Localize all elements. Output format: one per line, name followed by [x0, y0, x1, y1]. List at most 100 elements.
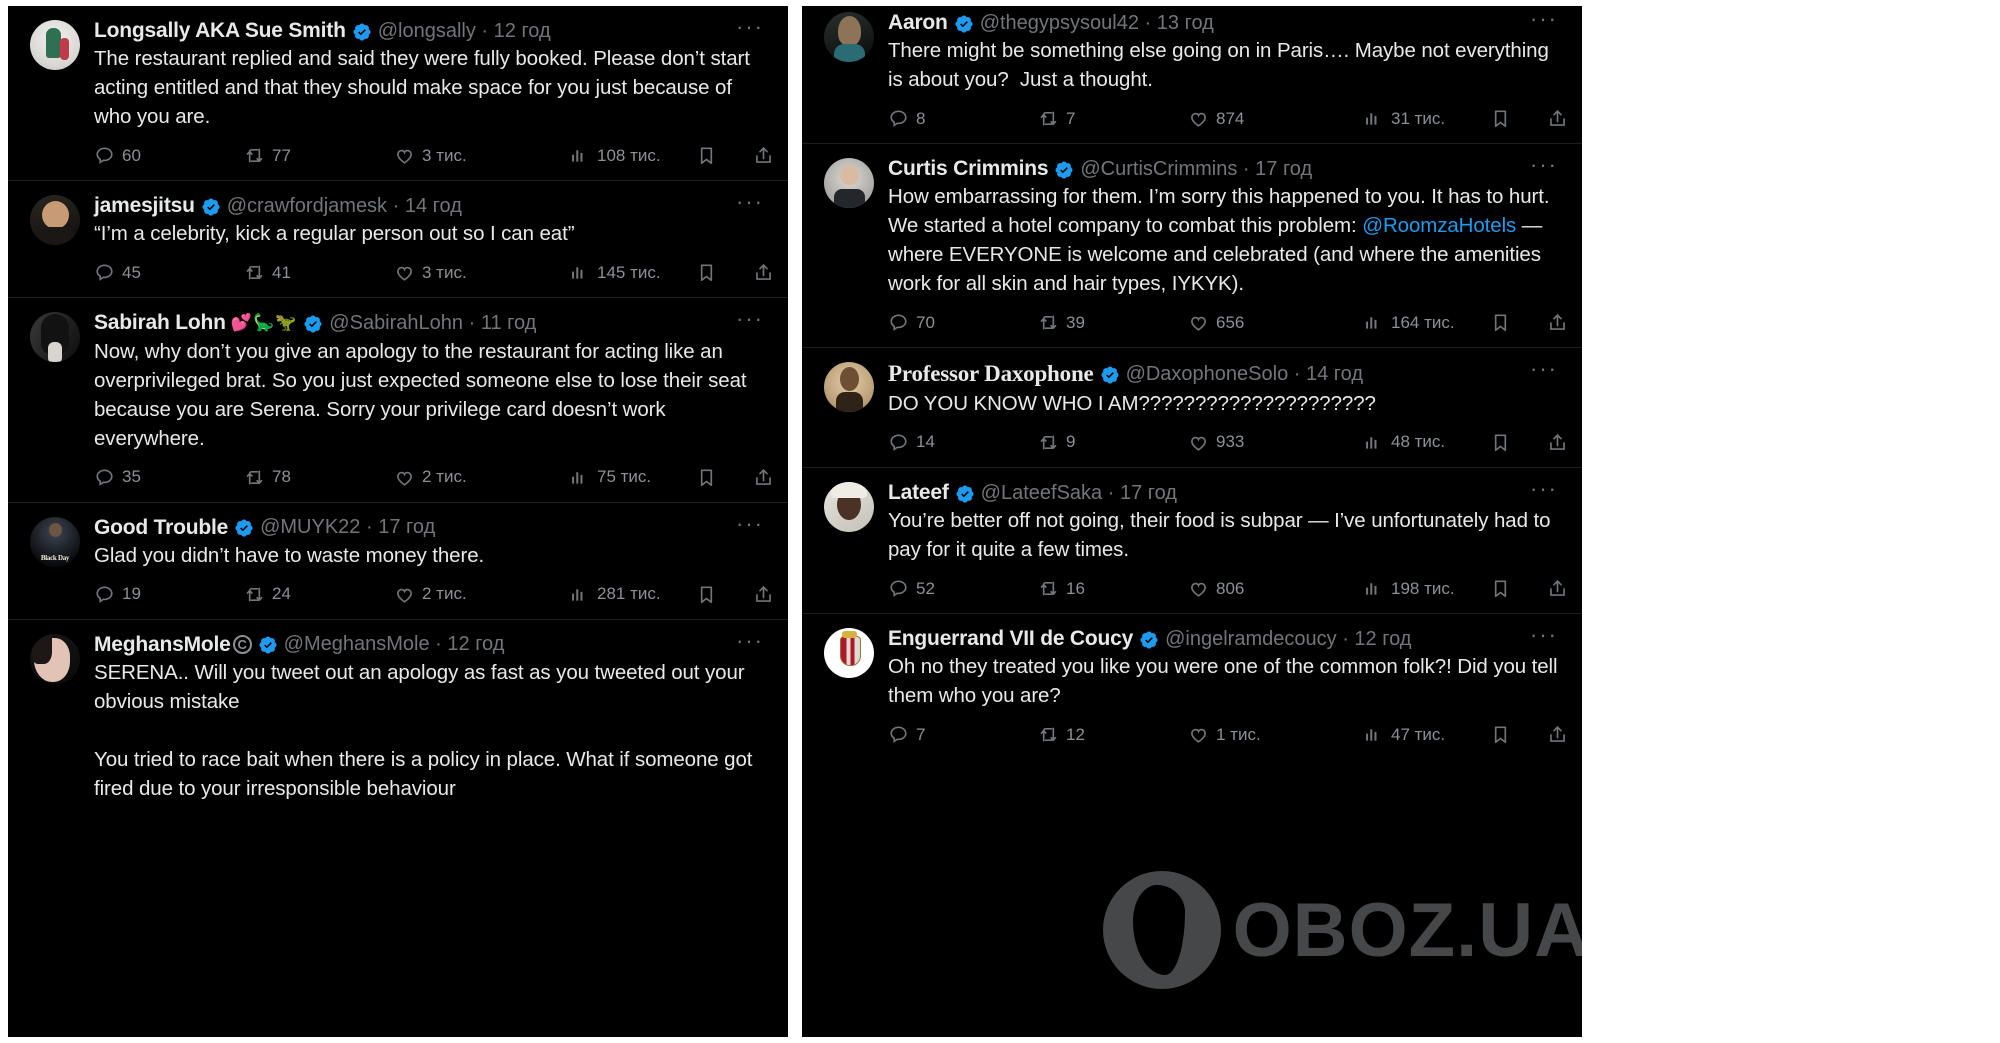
share-button[interactable] — [753, 145, 774, 166]
handle-and-time[interactable]: @DaxophoneSolo · 14 год — [1126, 362, 1363, 386]
share-button[interactable] — [753, 584, 774, 605]
bookmark-button[interactable] — [696, 262, 717, 283]
avatar[interactable] — [30, 516, 80, 567]
display-name[interactable]: Sabirah Lohn — [94, 310, 226, 335]
like-button[interactable]: 1 тис. — [1188, 724, 1363, 745]
reply-button[interactable]: 52 — [888, 578, 1038, 599]
handle-and-time[interactable]: @thegypsysoul42 · 13 год — [980, 11, 1214, 35]
bookmark-button[interactable] — [696, 584, 717, 605]
handle-and-time[interactable]: @CurtisCrimmins · 17 год — [1080, 157, 1312, 181]
retweet-button[interactable]: 12 — [1038, 724, 1188, 745]
display-name[interactable]: MeghansMole — [94, 632, 231, 657]
bookmark-button[interactable] — [1490, 578, 1511, 599]
display-name[interactable]: Lateef — [888, 480, 949, 505]
display-name[interactable]: jamesjitsu — [94, 193, 195, 218]
handle-and-time[interactable]: @longsally · 12 год — [378, 19, 551, 43]
tweet-item[interactable]: ··· Longsally AKA Sue Smith @longsally ·… — [8, 6, 788, 182]
more-options-icon[interactable]: ··· — [1530, 358, 1558, 380]
retweet-button[interactable]: 9 — [1038, 432, 1188, 453]
tweet-item[interactable]: ··· Good Trouble @MUYK22 · 17 год Glad y… — [8, 502, 788, 620]
bookmark-button[interactable] — [1490, 108, 1511, 129]
bookmark-button[interactable] — [1490, 432, 1511, 453]
mention-link[interactable]: @RoomzaHotels — [1362, 214, 1516, 237]
more-options-icon[interactable]: ··· — [1530, 477, 1558, 499]
tweet-item[interactable]: ··· Enguerrand VII de Coucy @ingelramdec… — [802, 614, 1582, 760]
display-name[interactable]: Longsally AKA Sue Smith — [94, 18, 346, 43]
handle-and-time[interactable]: @crawfordjamesk · 14 год — [227, 194, 462, 218]
retweet-button[interactable]: 78 — [244, 467, 394, 488]
tweet-item[interactable]: ··· Lateef @LateefSaka · 17 год You’re b… — [802, 467, 1582, 615]
views-button[interactable]: 47 тис. — [1363, 724, 1490, 745]
like-button[interactable]: 3 тис. — [394, 145, 569, 166]
retweet-button[interactable]: 16 — [1038, 578, 1188, 599]
more-options-icon[interactable]: ··· — [736, 629, 764, 651]
retweet-button[interactable]: 77 — [244, 145, 394, 166]
share-button[interactable] — [753, 262, 774, 283]
reply-button[interactable]: 45 — [94, 262, 244, 283]
handle-and-time[interactable]: @MeghansMole · 12 год — [284, 632, 505, 656]
like-button[interactable]: 656 — [1188, 312, 1363, 333]
like-button[interactable]: 874 — [1188, 108, 1363, 129]
retweet-button[interactable]: 24 — [244, 584, 394, 605]
reply-button[interactable]: 19 — [94, 584, 244, 605]
like-button[interactable]: 2 тис. — [394, 467, 569, 488]
like-button[interactable]: 933 — [1188, 432, 1363, 453]
share-button[interactable] — [1547, 724, 1568, 745]
avatar[interactable] — [30, 195, 80, 246]
bookmark-button[interactable] — [1490, 312, 1511, 333]
handle-and-time[interactable]: @MUYK22 · 17 год — [260, 515, 435, 539]
handle-and-time[interactable]: @ingelramdecoucy · 12 год — [1165, 627, 1411, 651]
share-button[interactable] — [1547, 108, 1568, 129]
share-button[interactable] — [1547, 578, 1568, 599]
views-button[interactable]: 31 тис. — [1363, 108, 1490, 129]
retweet-button[interactable]: 41 — [244, 262, 394, 283]
share-button[interactable] — [753, 467, 774, 488]
bookmark-button[interactable] — [696, 145, 717, 166]
handle-and-time[interactable]: @LateefSaka · 17 год — [981, 481, 1177, 505]
handle-and-time[interactable]: @SabirahLohn · 11 год — [329, 311, 536, 335]
views-button[interactable]: 198 тис. — [1363, 578, 1490, 599]
reply-button[interactable]: 70 — [888, 312, 1038, 333]
more-options-icon[interactable]: ··· — [1530, 624, 1558, 646]
avatar[interactable] — [824, 12, 874, 62]
tweet-item[interactable]: ··· Sabirah Lohn 💕🦕🦖 @SabirahLohn · 11 г… — [8, 298, 788, 503]
display-name[interactable]: Curtis Crimmins — [888, 156, 1049, 181]
more-options-icon[interactable]: ··· — [736, 308, 764, 330]
views-button[interactable]: 48 тис. — [1363, 432, 1490, 453]
avatar[interactable] — [30, 20, 80, 70]
tweet-item[interactable]: ··· MeghansMole C @MeghansMole · 12 год … — [8, 619, 788, 807]
views-button[interactable]: 164 тис. — [1363, 312, 1490, 333]
reply-button[interactable]: 14 — [888, 432, 1038, 453]
bookmark-button[interactable] — [1490, 724, 1511, 745]
views-button[interactable]: 281 тис. — [569, 584, 696, 605]
display-name[interactable]: Enguerrand VII de Coucy — [888, 626, 1133, 651]
bookmark-button[interactable] — [696, 467, 717, 488]
avatar[interactable] — [30, 633, 80, 684]
reply-button[interactable]: 60 — [94, 145, 244, 166]
like-button[interactable]: 3 тис. — [394, 262, 569, 283]
reply-button[interactable]: 35 — [94, 467, 244, 488]
reply-button[interactable]: 7 — [888, 724, 1038, 745]
share-button[interactable] — [1547, 312, 1568, 333]
tweet-item[interactable]: ··· Curtis Crimmins @CurtisCrimmins · 17… — [802, 144, 1582, 349]
retweet-button[interactable]: 39 — [1038, 312, 1188, 333]
display-name[interactable]: Good Trouble — [94, 515, 228, 540]
views-button[interactable]: 108 тис. — [569, 145, 696, 166]
tweet-item[interactable]: ··· Aaron @thegypsysoul42 · 13 год There… — [802, 6, 1582, 145]
avatar[interactable] — [824, 362, 874, 413]
avatar[interactable] — [30, 312, 80, 363]
share-button[interactable] — [1547, 432, 1568, 453]
avatar[interactable] — [824, 158, 874, 209]
views-button[interactable]: 145 тис. — [569, 262, 696, 283]
reply-button[interactable]: 8 — [888, 108, 1038, 129]
like-button[interactable]: 806 — [1188, 578, 1363, 599]
display-name[interactable]: Professor Daxophone — [888, 360, 1094, 388]
more-options-icon[interactable]: ··· — [736, 512, 764, 534]
views-button[interactable]: 75 тис. — [569, 467, 696, 488]
avatar[interactable] — [824, 628, 874, 679]
retweet-button[interactable]: 7 — [1038, 108, 1188, 129]
display-name[interactable]: Aaron — [888, 10, 948, 35]
more-options-icon[interactable]: ··· — [736, 191, 764, 213]
tweet-item[interactable]: ··· Professor Daxophone @DaxophoneSolo ·… — [802, 348, 1582, 468]
more-options-icon[interactable]: ··· — [736, 16, 764, 38]
